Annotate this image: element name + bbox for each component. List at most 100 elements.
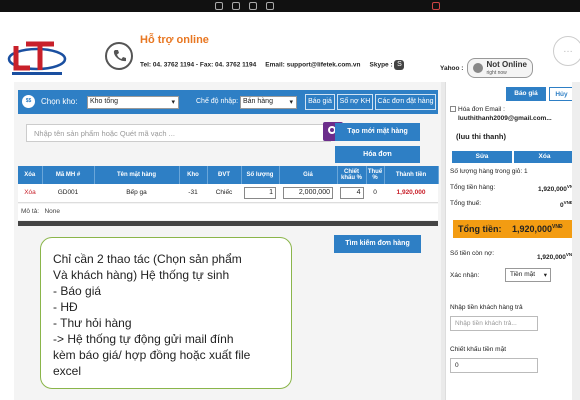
order-items-table: Xóa Mã MH # Tên mặt hàng Kho ĐVT Số lượn… <box>18 166 439 203</box>
col-header[interactable]: Tên mặt hàng <box>94 166 180 184</box>
lifetek-logo <box>6 32 68 80</box>
item-description: Mô tả: None <box>18 204 438 220</box>
item-name: Bếp ga <box>94 184 179 203</box>
mode-select[interactable]: Bán hàng ▾ <box>240 96 297 109</box>
cart-count: Số lượng hàng trong giỏ: 1 <box>450 168 528 175</box>
chevron-down-icon: ▾ <box>289 99 293 106</box>
callout-line: - Thư hỏi hàng <box>53 316 132 330</box>
col-header: Thuế % <box>366 166 385 184</box>
toolbar-icon[interactable] <box>249 2 257 10</box>
col-header: Chiết khấu % <box>337 166 367 184</box>
phone-icon <box>105 42 133 70</box>
mode-value: Bán hàng <box>243 98 273 105</box>
toolbar-icon[interactable] <box>215 2 223 10</box>
col-header: Xóa <box>18 166 43 184</box>
invoice-email-checkbox[interactable] <box>450 106 456 113</box>
quantity-input[interactable]: 1 <box>244 186 276 199</box>
table-row: Xóa GD001 Bếp ga -31 Chiếc 1 2,000,000 4… <box>18 184 438 203</box>
debt-value: 1,920,000VNĐ <box>537 252 576 262</box>
callout-line: - HĐ <box>53 300 78 314</box>
col-header: Số lượng <box>241 166 280 184</box>
col-header: Giá <box>279 166 338 184</box>
invoice-button[interactable]: Hóa đơn <box>335 146 420 163</box>
mode-label: Chế độ nhập: <box>196 98 239 105</box>
delete-row-link[interactable]: Xóa <box>18 184 42 203</box>
cash-discount-label: Chiết khấu tiền mặt <box>450 346 507 353</box>
payment-method-value: Tiền mặt <box>510 271 536 278</box>
col-header[interactable]: Mã MH # <box>42 166 95 184</box>
page-scrollbar[interactable] <box>572 82 580 400</box>
new-item-button[interactable]: Tạo mới mặt hàng <box>335 123 420 141</box>
tax-label: Tổng thuế: <box>450 200 482 207</box>
cancel-button[interactable]: Hủy <box>549 87 574 101</box>
tel-fax: Tel: 04. 3762 1194 - Fax: 04. 3762 1194 <box>140 61 257 69</box>
toolbar-icon[interactable] <box>232 2 240 10</box>
grand-total-bar: Tổng tiền: 1,920,000VNĐ <box>453 220 575 238</box>
status-main: Not Online <box>486 60 527 69</box>
delete-customer-button[interactable]: Xóa <box>514 151 575 163</box>
customer-pay-label: Nhập tiền khách hàng trả <box>450 304 523 311</box>
cart-icon: $$ <box>22 95 35 108</box>
chevron-down-icon: ▾ <box>543 272 547 279</box>
col-header: ĐVT <box>207 166 242 184</box>
callout-line: kèm báo giá/ hợp đồng hoặc xuất file <box>53 348 251 362</box>
search-placeholder: Nhập tên sản phẩm hoặc Quét mã vạch ... <box>34 129 175 138</box>
warehouse-value: Kho tổng <box>90 98 119 105</box>
callout-line: excel <box>53 364 82 378</box>
invoice-email-label: Hóa đơn Email : <box>458 106 505 113</box>
desc-value: None <box>44 208 61 215</box>
customer-name: (luu thi thanh) <box>456 132 506 141</box>
order-toolbar: $$ Chọn kho: Kho tổng ▾ Chế độ nhập: Bán… <box>18 90 438 114</box>
price-input[interactable]: 2,000,000 <box>283 186 333 199</box>
toolbar-icon[interactable] <box>266 2 274 10</box>
col-header: Thành tiền <box>384 166 439 184</box>
find-order-button[interactable]: Tìm kiếm đơn hàng <box>334 235 421 253</box>
product-search-input[interactable]: Nhập tên sản phẩm hoặc Quét mã vạch ... <box>26 124 331 142</box>
skype-icon[interactable]: S <box>394 60 405 70</box>
support-title: Hỗ trợ online <box>140 34 209 46</box>
top-toolbar-strip <box>0 0 580 12</box>
subtotal-label: Tổng tiền hàng: <box>450 184 496 191</box>
subtotal-value: 1,920,000VNĐ <box>538 184 576 194</box>
warehouse-select[interactable]: Kho tổng ▾ <box>87 96 179 109</box>
more-options-icon[interactable]: … <box>553 36 580 66</box>
discount-input[interactable]: 4 <box>339 186 364 199</box>
right-quote-button[interactable]: Báo giá <box>506 87 546 101</box>
skype-label: Skype : <box>369 61 393 69</box>
yahoo-label: Yahoo : <box>440 64 464 72</box>
orders-button[interactable]: Các đơn đặt hàng <box>375 94 436 110</box>
edit-customer-button[interactable]: Sửa <box>452 151 512 163</box>
yahoo-status: Yahoo : Not Online right now <box>440 58 533 78</box>
item-stock: -31 <box>179 184 207 203</box>
item-tax: 0 <box>366 184 384 203</box>
desc-label: Mô tả: <box>21 208 40 215</box>
item-unit: Chiếc <box>207 184 241 203</box>
cash-discount-input[interactable]: 0 <box>450 358 538 373</box>
callout-line: - Báo giá <box>53 284 102 298</box>
col-header: Kho <box>179 166 208 184</box>
item-code: GD001 <box>42 184 94 203</box>
callout-line: Và khách hàng) Hệ thống tự sinh <box>53 268 230 282</box>
online-status-badge[interactable]: Not Online right now <box>467 58 533 78</box>
invoice-email-option[interactable]: Hóa đơn Email : <box>450 106 505 113</box>
table-header-row: Xóa Mã MH # Tên mặt hàng Kho ĐVT Số lượn… <box>18 166 439 184</box>
instruction-callout: Chỉ cần 2 thao tác (Chọn sản phẩm Và khá… <box>40 237 292 389</box>
item-total: 1,920,000 <box>384 184 438 203</box>
table-scrollbar[interactable] <box>18 221 438 226</box>
contact-info: Tel: 04. 3762 1194 - Fax: 04. 3762 1194 … <box>140 60 405 70</box>
customer-debt-button[interactable]: Số nợ KH <box>337 94 373 110</box>
confirm-label: Xác nhận: <box>450 272 480 279</box>
quote-button[interactable]: Báo giá <box>305 94 335 110</box>
warehouse-label: Chọn kho: <box>41 97 78 106</box>
support-email[interactable]: Email: support@lifetek.com.vn <box>265 62 360 69</box>
checkout-panel: Báo giá Hủy Hóa đơn Email : luuthithanh2… <box>445 82 580 400</box>
yahoo-emoticon-icon <box>473 63 484 73</box>
customer-pay-input[interactable]: Nhập tiền khách trả... <box>450 316 538 331</box>
toolbar-icon[interactable] <box>432 2 440 10</box>
total-value: 1,920,000VNĐ <box>512 224 563 234</box>
payment-method-select[interactable]: Tiền mặt ▾ <box>505 268 551 282</box>
customer-email: luuthithanh2009@gmail.com... <box>458 115 552 122</box>
total-label: Tổng tiền: <box>458 224 502 234</box>
debt-label: Số tiền còn nợ: <box>450 250 495 257</box>
callout-line: -> Hệ thống tự động gửi mail đính <box>53 332 234 346</box>
